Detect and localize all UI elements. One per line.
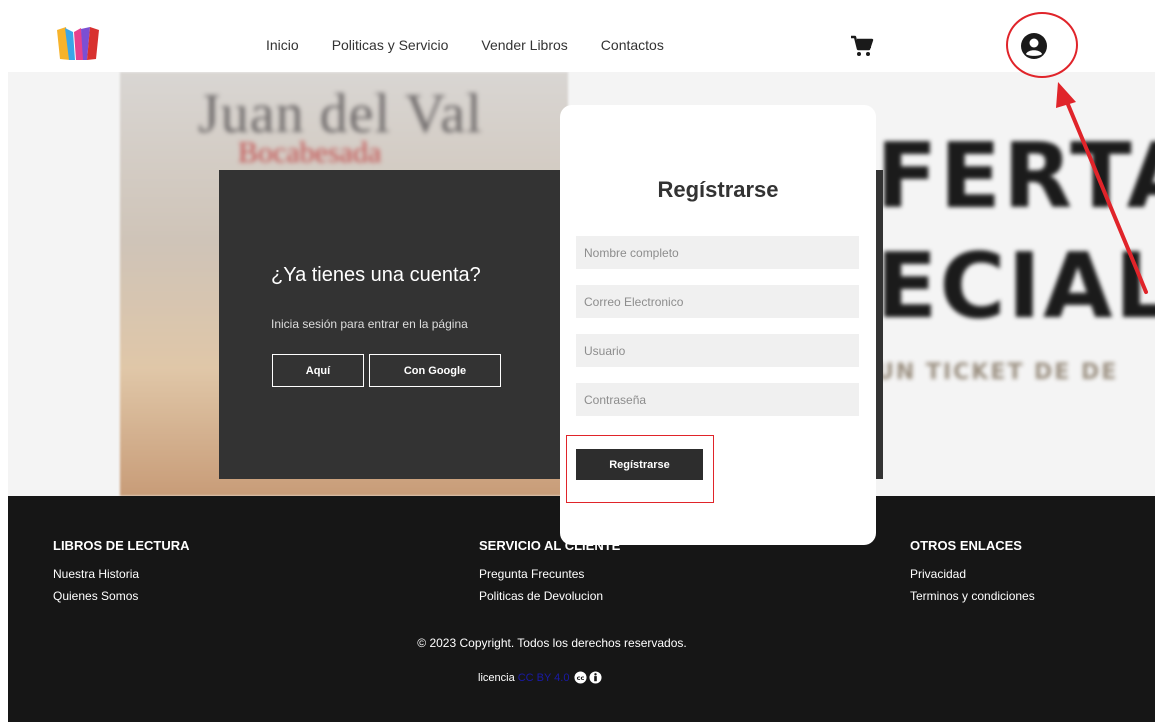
login-google-button[interactable]: Con Google: [369, 354, 501, 387]
promo-line-3: UN TICKET DE DE: [876, 360, 1119, 385]
nav-link-contactos[interactable]: Contactos: [601, 37, 664, 53]
license-label: licencia: [478, 671, 515, 684]
full-name-input[interactable]: [576, 236, 859, 269]
username-input[interactable]: [576, 334, 859, 367]
license-line: licencia CC BY 4.0 cc: [478, 671, 603, 684]
attribution-icon: [589, 671, 603, 684]
footer-link-quienes-somos[interactable]: Quienes Somos: [53, 589, 190, 603]
book-logo-icon[interactable]: [54, 26, 104, 62]
main-nav: Inicio Politicas y Servicio Vender Libro…: [266, 37, 697, 53]
footer-link-historia[interactable]: Nuestra Historia: [53, 567, 190, 581]
shopping-cart-icon[interactable]: [850, 34, 874, 58]
footer-link-preguntas[interactable]: Pregunta Frecuntes: [479, 567, 620, 581]
copyright-text: © 2023 Copyright. Todos los derechos res…: [417, 636, 687, 650]
nav-link-vender-libros[interactable]: Vender Libros: [481, 37, 567, 53]
promo-line-1: FERTA: [876, 124, 1155, 229]
footer-link-terminos[interactable]: Terminos y condiciones: [910, 589, 1035, 603]
footer-link-privacidad[interactable]: Privacidad: [910, 567, 1035, 581]
promo-image-text: FERTA ECIAL UN TICKET DE DE: [876, 132, 1155, 384]
register-submit-button[interactable]: Regístrarse: [576, 449, 703, 480]
nav-link-inicio[interactable]: Inicio: [266, 37, 299, 53]
footer-column-lectura: LIBROS DE LECTURA Nuestra Historia Quien…: [53, 538, 190, 611]
license-link[interactable]: CC BY 4.0: [518, 672, 570, 684]
cover-subtitle-text: Bocabesada: [238, 136, 382, 169]
password-input[interactable]: [576, 383, 859, 416]
svg-text:cc: cc: [577, 674, 585, 682]
login-here-button[interactable]: Aquí: [272, 354, 364, 387]
footer-link-devolucion[interactable]: Politicas de Devolucion: [479, 589, 620, 603]
register-title: Regístrarse: [657, 177, 779, 202]
footer-column-enlaces: OTROS ENLACES Privacidad Terminos y cond…: [910, 538, 1035, 611]
promo-line-2: ECIAL: [876, 234, 1155, 339]
register-card: Regístrarse Regístrarse: [560, 105, 876, 545]
email-input[interactable]: [576, 285, 859, 318]
user-circle-icon[interactable]: [1020, 32, 1048, 60]
footer-column-servicio: SERVICIO AL CLIENTE Pregunta Frecuntes P…: [479, 538, 620, 611]
footer-column-title: OTROS ENLACES: [910, 538, 1022, 553]
nav-link-politicas[interactable]: Politicas y Servicio: [332, 37, 449, 53]
footer-column-title: LIBROS DE LECTURA: [53, 538, 190, 553]
login-title: ¿Ya tienes una cuenta?: [271, 264, 481, 286]
login-subtitle: Inicia sesión para entrar en la página: [271, 317, 468, 331]
site-header: Inicio Politicas y Servicio Vender Libro…: [8, 20, 1155, 72]
creative-commons-icon: cc: [574, 671, 588, 684]
